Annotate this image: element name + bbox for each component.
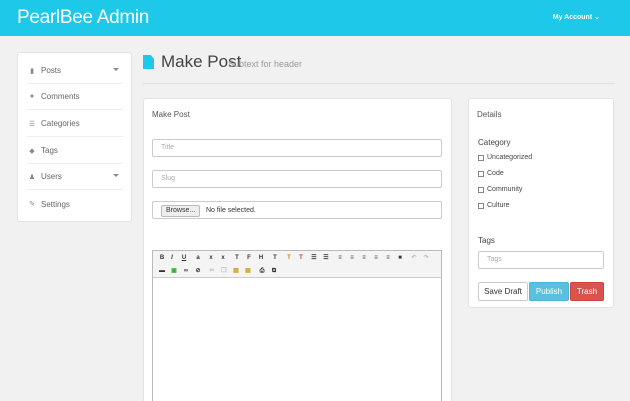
copy-icon[interactable]: ❐ [219, 266, 229, 276]
sidebar-item-comments[interactable]: ● Comments [27, 84, 123, 110]
underline-icon[interactable]: U [179, 253, 189, 263]
sidebar-item-label: Settings [41, 199, 70, 209]
tags-label: Tags [478, 236, 495, 245]
category-option-label: Community [487, 186, 523, 193]
trash-button[interactable]: Trash [570, 282, 604, 301]
file-status: No file selected. [206, 207, 256, 214]
document-icon: ▮ [30, 67, 34, 75]
highlight-icon[interactable]: T [296, 253, 306, 263]
sidebar-item-posts[interactable]: ▮ Posts [27, 58, 123, 84]
browse-button[interactable]: Browse... [161, 205, 201, 217]
editor-toolbar: B I U a x x T F H T T T ☰ ☰ ≡ ≡ ≡ ≡ ≡ ■ … [153, 251, 441, 278]
font-family-icon[interactable]: F [244, 253, 254, 263]
category-option-label: Code [487, 170, 504, 177]
sidebar-item-label: Tags [41, 146, 58, 155]
cut-icon[interactable]: ✂ [207, 266, 217, 276]
category-checkbox-code[interactable]: Code [478, 170, 504, 177]
unlink-icon[interactable]: ⊘ [193, 266, 203, 276]
superscript-icon[interactable]: x [218, 253, 228, 263]
caret-down-icon [113, 68, 119, 71]
bold-icon[interactable]: B [157, 253, 167, 263]
outdent-icon[interactable]: ≡ [335, 253, 345, 263]
account-menu[interactable]: My Account ⌄ [553, 13, 600, 21]
heading-icon[interactable]: H [256, 253, 266, 263]
account-menu-label: My Account [552, 14, 593, 21]
panel-title: Details [477, 110, 502, 119]
paste-icon[interactable]: ▤ [231, 266, 241, 276]
caret-down-icon [113, 174, 119, 177]
list-icon: ☰ [28, 120, 36, 128]
image-icon[interactable]: ▣ [169, 266, 179, 276]
checkbox-box[interactable] [478, 154, 484, 161]
align-left-icon[interactable]: ≡ [359, 253, 369, 263]
rich-text-editor[interactable]: B I U a x x T F H T T T ☰ ☰ ≡ ≡ ≡ ≡ ≡ ■ … [152, 250, 442, 401]
category-option-label: Uncategorized [487, 154, 533, 161]
font-size-icon[interactable]: T [270, 253, 280, 263]
sidebar: ▮ Posts ● Comments ☰ Categories ◆ Tags ♟… [17, 52, 132, 222]
sidebar-item-categories[interactable]: ☰ Categories [27, 111, 123, 137]
indent-icon[interactable]: ≡ [347, 253, 357, 263]
sidebar-item-users[interactable]: ♟ Users [27, 164, 123, 190]
text-format-icon[interactable]: T [232, 253, 242, 263]
top-navbar: PearlBee Admin My Account ⌄ [0, 0, 630, 36]
header-divider [143, 83, 615, 84]
sidebar-item-label: Categories [41, 119, 80, 128]
tag-icon: ◆ [29, 147, 35, 155]
category-checkbox-uncategorized[interactable]: Uncategorized [478, 154, 532, 161]
user-icon: ♟ [28, 173, 36, 181]
page-subtitle: Subtext for header [228, 59, 303, 69]
category-checkbox-community[interactable]: Community [478, 186, 522, 193]
sidebar-item-tags[interactable]: ◆ Tags [27, 138, 123, 164]
slug-input[interactable]: Slug [152, 170, 442, 188]
subscript-icon[interactable]: x [206, 253, 216, 263]
print-icon[interactable]: ⎙ [257, 266, 267, 276]
checkbox-box[interactable] [478, 202, 484, 209]
app-brand[interactable]: PearlBee Admin [17, 7, 149, 29]
bullet-list-icon[interactable]: ☰ [309, 253, 319, 263]
paste-text-icon[interactable]: ▤ [243, 266, 253, 276]
publish-button[interactable]: Publish [529, 282, 569, 301]
text-color-icon[interactable]: T [284, 253, 294, 263]
sidebar-item-label: Users [41, 172, 62, 181]
panel-title: Make Post [152, 110, 190, 119]
sidebar-item-label: Posts [41, 66, 62, 75]
file-input[interactable]: Browse... No file selected. [152, 201, 442, 219]
strikethrough-icon[interactable]: a [193, 253, 203, 263]
category-label: Category [478, 138, 511, 147]
save-draft-button[interactable]: Save Draft [478, 282, 528, 301]
category-option-label: Culture [487, 202, 510, 209]
checkbox-box[interactable] [478, 186, 484, 193]
undo-icon[interactable]: ↶ [409, 253, 419, 263]
redo-icon[interactable]: ↷ [421, 253, 431, 263]
wrench-icon: ✎ [29, 201, 35, 208]
numbered-list-icon[interactable]: ☰ [321, 253, 331, 263]
align-center-icon[interactable]: ≡ [371, 253, 381, 263]
sidebar-item-label: Comments [41, 92, 80, 101]
sidebar-item-settings[interactable]: ✎ Settings [27, 191, 123, 217]
tags-input[interactable]: Tags [478, 251, 604, 269]
comment-icon: ● [29, 93, 35, 100]
source-code-icon[interactable]: ⧉ [269, 266, 279, 276]
horizontal-rule-icon[interactable]: ▬ [157, 266, 167, 276]
justify-icon[interactable]: ■ [395, 253, 405, 263]
title-input[interactable]: Title [152, 139, 442, 157]
link-icon[interactable]: ∞ [181, 266, 191, 276]
checkbox-box[interactable] [478, 170, 484, 177]
italic-icon[interactable]: I [167, 253, 177, 263]
align-right-icon[interactable]: ≡ [383, 253, 393, 263]
chevron-down-icon: ⌄ [594, 14, 600, 21]
category-checkbox-culture[interactable]: Culture [478, 202, 510, 209]
document-icon [143, 55, 154, 69]
